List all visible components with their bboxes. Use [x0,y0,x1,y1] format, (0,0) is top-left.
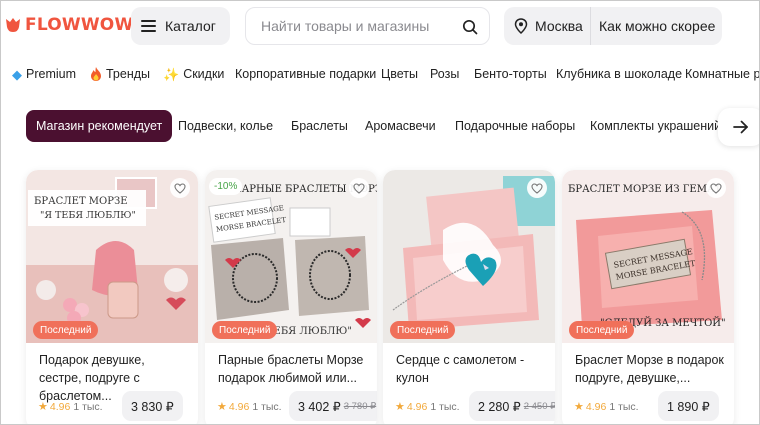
rating-value: 4.96 [49,400,71,413]
chip-pendants[interactable]: Подвески, колье [178,110,273,142]
favorite-heart-icon[interactable] [170,178,190,198]
catalog-label: Каталог [165,18,216,34]
reviews-count: 1 тыс. [609,400,639,413]
image-caption: "Я ТЕБЯ ЛЮБЛЮ" [40,210,136,221]
old-price: 2 450 ₽ [523,400,555,412]
rating-value: 4.96 [585,400,607,413]
chip-store-recommends[interactable]: Магазин рекомендует [26,110,173,142]
price-button[interactable]: 3 830 ₽ [122,391,183,421]
product-card[interactable]: ПАРНЫЕ БРАСЛЕТЫ МОРЗЕ SECRET MESSAGE MOR… [205,170,377,425]
location-pin-icon [514,18,528,34]
price-button[interactable]: 3 402 ₽ 3 780 ₽ [289,391,377,421]
product-title[interactable]: Парные браслеты Морзе подарок любимой ил… [218,351,368,387]
product-image[interactable]: БРАСЛЕТ МОРЗЕ "Я ТЕБЯ ЛЮБЛЮ" [26,170,198,343]
product-image[interactable]: ПАРНЫЕ БРАСЛЕТЫ МОРЗЕ SECRET MESSAGE MOR… [205,170,377,343]
tulip-logo-icon [6,18,20,32]
old-price: 3 780 ₽ [343,400,377,412]
nav-link-label: Тренды [106,67,151,81]
reviews-count: 1 тыс. [73,400,103,413]
last-item-badge: Последний [212,321,278,339]
image-caption: БРАСЛЕТ МОРЗЕ [34,196,128,207]
diamond-icon: ◆ [12,66,22,82]
nav-link-sales[interactable]: ✨ Скидки [163,67,224,81]
top-header: FLOWWOW Каталог Москва Как можно скорее [0,0,760,56]
nav-link-strawberry[interactable]: Клубника в шоколаде [556,67,682,81]
nav-link-premium[interactable]: ◆ Premium [12,67,76,81]
last-item-badge: Последний [569,321,635,339]
product-rating: ★ 4.96 1 тыс. [217,400,282,414]
arrow-right-icon [733,120,748,134]
search-box[interactable] [245,7,490,45]
price-value: 3 830 ₽ [131,399,174,414]
nav-link-corporate[interactable]: Корпоративные подарки [235,67,376,81]
price-value: 2 280 ₽ [478,399,521,414]
chips-next-button[interactable] [718,108,760,146]
menu-icon [141,20,156,32]
product-image[interactable] [383,170,555,343]
price-value: 3 402 ₽ [298,399,341,414]
star-icon: ★ [574,401,584,413]
sparkles-icon: ✨ [163,66,180,82]
nav-link-label: Скидки [183,67,225,81]
nav-link-flowers[interactable]: Цветы [381,67,418,81]
price-button[interactable]: 1 890 ₽ [658,391,719,421]
product-title[interactable]: Браслет Морзе в подарок подруге, девушке… [575,351,725,387]
favorite-heart-icon[interactable] [527,178,547,198]
product-card[interactable]: БРАСЛЕТ МОРЗЕ ИЗ ГЕМАТ SECRET MESSAGE MO… [562,170,734,425]
chip-jewelry-sets[interactable]: Комплекты украшений [590,110,721,142]
nav-link-trends[interactable]: Тренды [90,67,150,81]
favorite-heart-icon[interactable] [349,178,369,198]
search-icon[interactable] [462,19,478,35]
nav-links-bar: ◆ Premium Тренды ✨ Скидки Корпоративные … [0,62,760,88]
chip-aroma-candles[interactable]: Аромасвечи [365,110,436,142]
price-button[interactable]: 2 280 ₽ 2 450 ₽ [469,391,555,421]
price-value: 1 890 ₽ [667,399,710,414]
chip-bracelets[interactable]: Браслеты [291,110,348,142]
nav-link-bento-cakes[interactable]: Бенто-торты [474,67,547,81]
nav-link-roses[interactable]: Розы [430,67,459,81]
favorite-heart-icon[interactable] [706,178,726,198]
product-rating: ★ 4.96 1 тыс. [38,400,103,414]
rating-value: 4.96 [406,400,428,413]
nav-link-label: Premium [26,67,77,81]
product-rating: ★ 4.96 1 тыс. [395,400,460,414]
flowwow-logo[interactable]: FLOWWOW [4,14,133,36]
product-title[interactable]: Сердце с самолетом - кулон [396,351,546,387]
city-label: Москва [535,18,583,34]
product-card[interactable]: Последний Сердце с самолетом - кулон ★ 4… [383,170,555,425]
star-icon: ★ [217,401,227,413]
city-selector[interactable]: Москва [504,7,591,45]
reviews-count: 1 тыс. [252,400,282,413]
chip-gift-sets[interactable]: Подарочные наборы [455,110,575,142]
last-item-badge: Последний [390,321,456,339]
delivery-time-selector[interactable]: Как можно скорее [591,18,715,34]
discount-badge: -10% [209,178,243,195]
product-image[interactable]: БРАСЛЕТ МОРЗЕ ИЗ ГЕМАТ SECRET MESSAGE MO… [562,170,734,343]
star-icon: ★ [38,401,48,413]
catalog-button[interactable]: Каталог [131,7,230,45]
product-rating: ★ 4.96 1 тыс. [574,400,639,414]
rating-value: 4.96 [228,400,250,413]
image-caption: БРАСЛЕТ МОРЗЕ ИЗ ГЕМАТ [568,184,722,195]
product-card[interactable]: БРАСЛЕТ МОРЗЕ "Я ТЕБЯ ЛЮБЛЮ" Последний П… [26,170,198,425]
search-input[interactable] [261,18,451,34]
nav-link-houseplants[interactable]: Комнатные ра [685,67,760,81]
logo-text: FLOWWOW [25,15,134,35]
reviews-count: 1 тыс. [430,400,460,413]
location-delivery-selector: Москва Как можно скорее [504,7,722,45]
fire-icon [91,67,101,81]
star-icon: ★ [395,401,405,413]
category-chips: Магазин рекомендует Подвески, колье Брас… [0,108,760,146]
last-item-badge: Последний [33,321,99,339]
